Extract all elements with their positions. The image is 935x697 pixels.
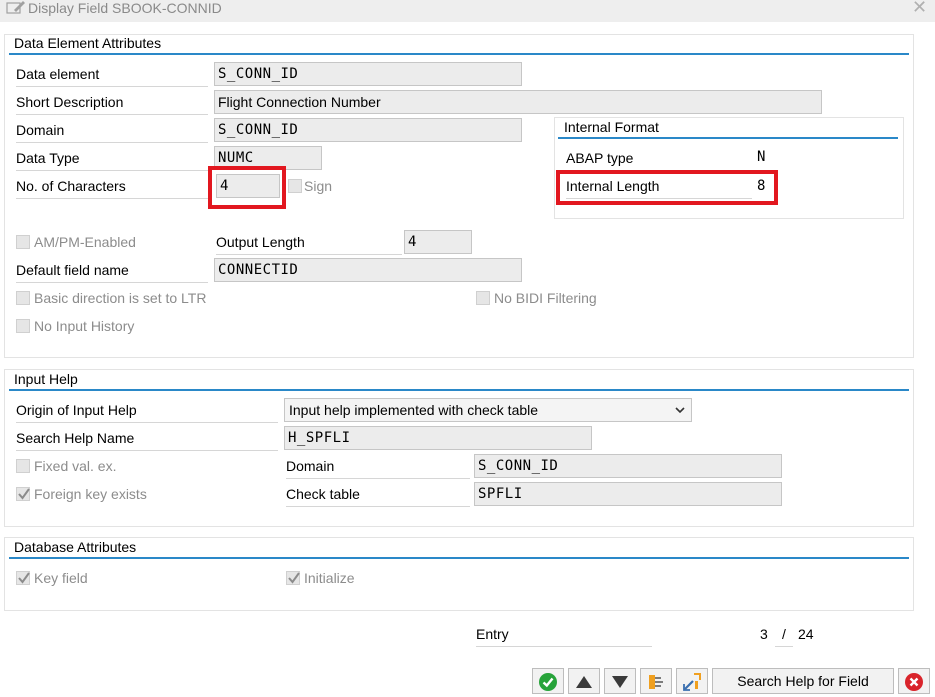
output-length-label: Output Length bbox=[216, 230, 402, 255]
no-input-history-checkbox[interactable] bbox=[16, 319, 30, 333]
input-help-domain-label: Domain bbox=[286, 454, 470, 479]
data-type-label: Data Type bbox=[16, 146, 208, 171]
data-element-attributes-title: Data Element Attributes bbox=[14, 35, 162, 51]
no-of-characters-label: No. of Characters bbox=[16, 174, 208, 199]
highlight-box-internal-length bbox=[556, 170, 778, 205]
section-divider bbox=[9, 53, 909, 55]
entry-label: Entry bbox=[476, 622, 652, 647]
cancel-button[interactable] bbox=[898, 668, 930, 694]
entry-total: 24 bbox=[798, 626, 814, 642]
previous-entry-button[interactable] bbox=[568, 668, 600, 694]
abap-type-value: N bbox=[757, 149, 766, 165]
search-help-for-field-button[interactable]: Search Help for Field bbox=[712, 668, 894, 694]
checkmark-icon bbox=[18, 488, 30, 500]
section-divider bbox=[9, 557, 909, 559]
input-help-title: Input Help bbox=[14, 371, 78, 387]
hierarchy-icon bbox=[649, 675, 663, 689]
am-pm-checkbox[interactable] bbox=[16, 235, 30, 249]
data-element-field[interactable]: S_CONN_ID bbox=[214, 62, 522, 86]
internal-format-divider bbox=[558, 137, 898, 139]
abap-type-label: ABAP type bbox=[566, 150, 634, 166]
key-field-checkbox[interactable] bbox=[16, 571, 30, 585]
fixed-val-label: Fixed val. ex. bbox=[34, 458, 117, 474]
initialize-checkbox[interactable] bbox=[286, 571, 300, 585]
short-description-label: Short Description bbox=[16, 90, 208, 115]
initialize-label: Initialize bbox=[304, 570, 355, 586]
origin-input-help-value: Input help implemented with check table bbox=[289, 402, 539, 418]
no-bidi-label: No BIDI Filtering bbox=[494, 290, 597, 306]
arrow-down-icon bbox=[612, 676, 628, 688]
chevron-down-icon bbox=[675, 407, 685, 414]
section-divider bbox=[9, 389, 909, 391]
sign-checkbox[interactable] bbox=[288, 179, 302, 193]
search-help-name-field[interactable]: H_SPFLI bbox=[284, 426, 592, 450]
where-used-icon bbox=[683, 673, 701, 691]
where-used-button[interactable] bbox=[676, 668, 708, 694]
search-help-for-field-label: Search Help for Field bbox=[737, 673, 869, 689]
no-bidi-checkbox[interactable] bbox=[476, 291, 490, 305]
checkmark-icon bbox=[288, 572, 300, 584]
input-help-domain-field[interactable]: S_CONN_ID bbox=[474, 454, 782, 478]
origin-input-help-label: Origin of Input Help bbox=[16, 398, 278, 423]
window-title: Display Field SBOOK-CONNID bbox=[28, 0, 222, 16]
next-entry-button[interactable] bbox=[604, 668, 636, 694]
default-field-name-label: Default field name bbox=[16, 258, 208, 283]
database-attributes-group bbox=[4, 537, 914, 611]
check-table-label: Check table bbox=[286, 482, 470, 507]
domain-field[interactable]: S_CONN_ID bbox=[214, 118, 522, 142]
foreign-key-checkbox[interactable] bbox=[16, 487, 30, 501]
am-pm-label: AM/PM-Enabled bbox=[34, 234, 136, 250]
display-pencil-icon bbox=[6, 1, 25, 14]
check-table-field[interactable]: SPFLI bbox=[474, 482, 782, 506]
basic-direction-checkbox[interactable] bbox=[16, 291, 30, 305]
entry-current: 3 bbox=[760, 626, 768, 642]
database-attributes-title: Database Attributes bbox=[14, 539, 137, 555]
short-description-field[interactable]: Flight Connection Number bbox=[214, 90, 822, 114]
confirm-button[interactable] bbox=[532, 668, 564, 694]
confirm-icon bbox=[539, 673, 557, 691]
output-length-field[interactable]: 4 bbox=[404, 230, 472, 254]
fixed-val-checkbox[interactable] bbox=[16, 459, 30, 473]
internal-format-title: Internal Format bbox=[564, 119, 659, 135]
basic-direction-label: Basic direction is set to LTR bbox=[34, 290, 207, 306]
foreign-key-label: Foreign key exists bbox=[34, 486, 147, 502]
close-icon[interactable]: ✕ bbox=[912, 0, 927, 16]
checkmark-icon bbox=[18, 572, 30, 584]
arrow-up-icon bbox=[576, 676, 592, 688]
cancel-icon bbox=[905, 673, 923, 691]
sign-label: Sign bbox=[304, 178, 333, 194]
hierarchy-button[interactable] bbox=[640, 668, 672, 694]
key-field-label: Key field bbox=[34, 570, 88, 586]
no-input-history-label: No Input History bbox=[34, 318, 135, 334]
data-element-label: Data element bbox=[16, 62, 208, 87]
origin-input-help-select[interactable]: Input help implemented with check table bbox=[284, 398, 692, 422]
highlight-box-no-of-characters bbox=[208, 166, 286, 209]
search-help-name-label: Search Help Name bbox=[16, 426, 278, 451]
domain-label: Domain bbox=[16, 118, 208, 143]
default-field-name-field[interactable]: CONNECTID bbox=[214, 258, 522, 282]
entry-separator: / bbox=[775, 622, 793, 647]
